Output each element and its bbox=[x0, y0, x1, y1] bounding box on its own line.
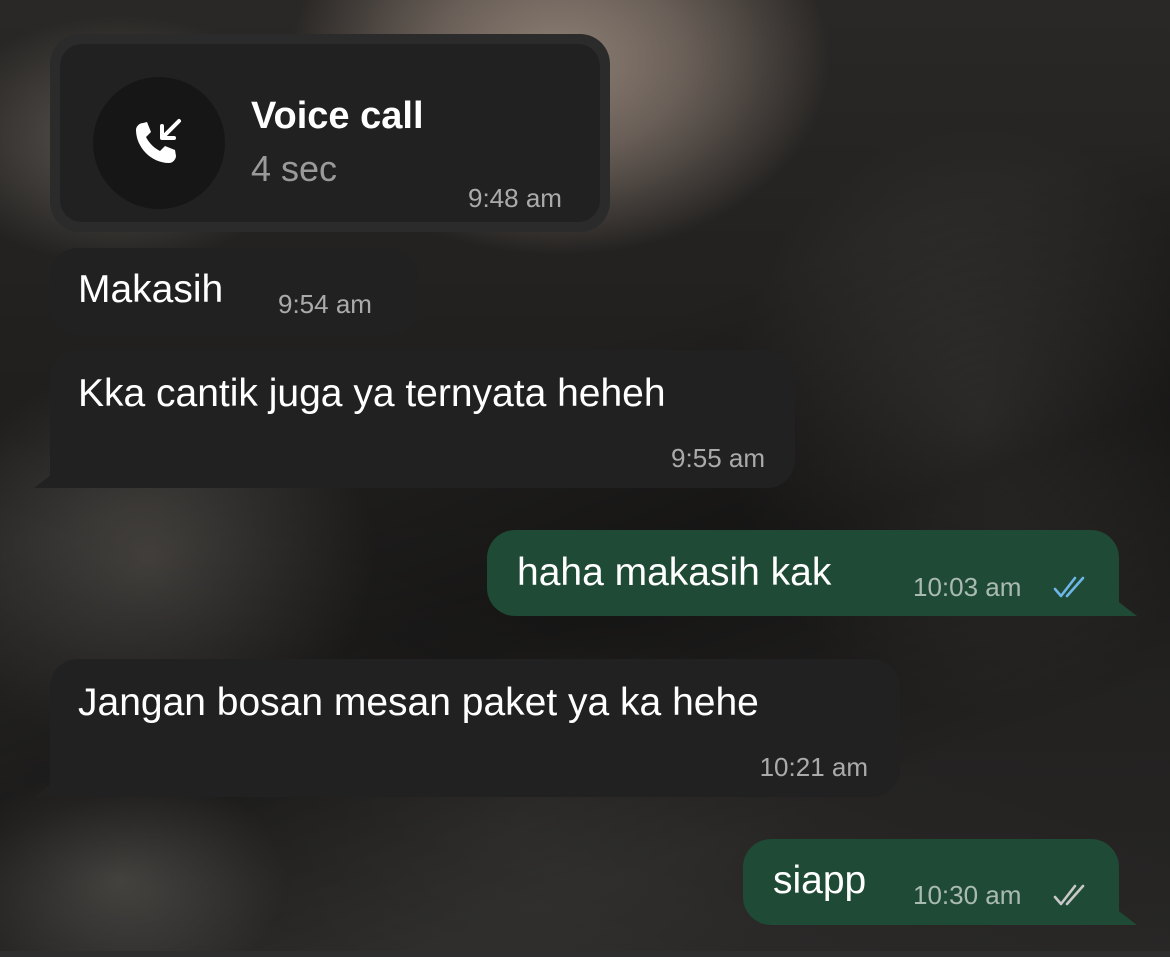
message-time: 10:03 am bbox=[913, 572, 1022, 602]
read-receipt-icon bbox=[1053, 576, 1085, 598]
incoming-call-icon bbox=[93, 77, 225, 209]
message-bubble-outgoing[interactable]: siapp 10:30 am bbox=[743, 839, 1137, 925]
message-bubble-incoming[interactable]: Jangan bosan mesan paket ya ka hehe 10:2… bbox=[34, 659, 900, 797]
call-title: Voice call bbox=[251, 95, 424, 137]
message-bubble-incoming[interactable]: Makasih 9:54 am bbox=[50, 248, 418, 335]
call-time: 9:48 am bbox=[468, 183, 562, 213]
message-bubble-outgoing[interactable]: haha makasih kak 10:03 am bbox=[487, 530, 1137, 616]
message-time: 9:54 am bbox=[278, 289, 372, 319]
voice-call-card-inner: Voice call 4 sec 9:48 am bbox=[60, 44, 600, 222]
message-text: haha makasih kak bbox=[517, 551, 832, 594]
voice-call-card[interactable]: Voice call 4 sec 9:48 am bbox=[50, 34, 610, 232]
message-time: 10:21 am bbox=[759, 752, 868, 782]
message-text: Makasih bbox=[78, 268, 224, 311]
delivered-receipt-icon bbox=[1053, 884, 1085, 906]
message-time: 9:55 am bbox=[671, 443, 765, 473]
call-duration: 4 sec bbox=[251, 148, 338, 189]
message-bubble-incoming[interactable]: Kka cantik juga ya ternyata heheh 9:55 a… bbox=[34, 350, 795, 488]
message-text: Jangan bosan mesan paket ya ka hehe bbox=[78, 681, 759, 724]
bottom-edge-bar bbox=[0, 951, 1170, 957]
message-text: siapp bbox=[773, 859, 867, 902]
message-time: 10:30 am bbox=[913, 880, 1022, 910]
message-text: Kka cantik juga ya ternyata heheh bbox=[78, 372, 666, 415]
